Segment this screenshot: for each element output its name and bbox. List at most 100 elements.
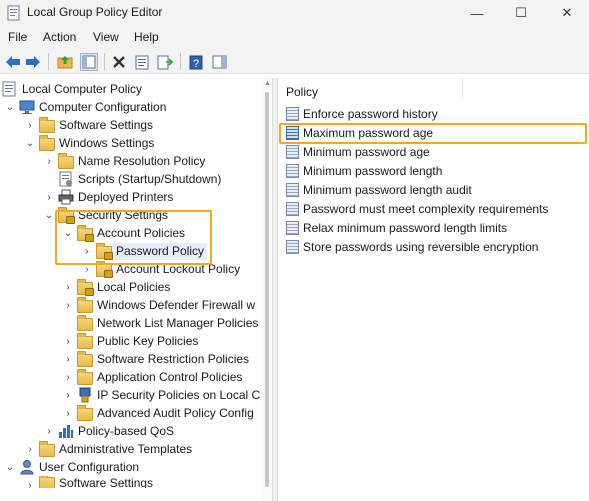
tree-item-windows-settings[interactable]: ⌄ Windows Settings [24,134,154,152]
chevron-right-icon[interactable]: › [62,404,74,422]
chevron-right-icon[interactable]: › [62,386,74,404]
policy-row-enforce-password-history[interactable]: Enforce password history [286,105,438,123]
close-button[interactable]: ✕ [545,0,589,26]
tree-item-label: Software Settings [59,118,154,132]
policy-row-password-complexity[interactable]: Password must meet complexity requiremen… [286,200,548,218]
tree-item-administrative-templates[interactable]: › Administrative Templates [24,440,192,458]
chevron-down-icon[interactable]: ⌄ [4,458,16,476]
policy-row-relax-minimum-password-length[interactable]: Relax minimum password length limits [286,219,507,237]
tree-item-scripts[interactable]: Scripts (Startup/Shutdown) [58,170,221,188]
tree-item-label: Software Restriction Policies [97,352,250,366]
column-header-separator[interactable] [462,79,463,97]
chevron-right-icon[interactable]: › [24,440,36,458]
policy-row-reversible-encryption[interactable]: Store passwords using reversible encrypt… [286,238,538,256]
menu-view[interactable]: View [93,30,119,44]
tree-item-application-control-policies[interactable]: › Application Control Policies [62,368,242,386]
tree-item-software-restriction-policies[interactable]: › Software Restriction Policies [62,350,249,368]
properties-icon[interactable] [133,53,151,71]
tree-item-user-configuration[interactable]: ⌄ User Configuration [4,458,139,476]
export-list-icon[interactable] [156,53,174,71]
toolbar: ? [0,48,589,74]
folder-icon [77,404,93,421]
chevron-right-icon[interactable]: › [24,116,36,134]
minimize-button[interactable]: — [455,0,499,26]
policy-setting-icon [286,240,299,254]
policy-row-minimum-password-length[interactable]: Minimum password length [286,162,442,180]
tree-item-ip-security-policies[interactable]: › IP Security Policies on Local C [62,386,260,404]
menu-bar: File Action View Help [0,26,589,48]
chevron-right-icon[interactable]: › [62,296,74,314]
folder-icon [39,116,55,133]
tree-item-label: User Configuration [39,460,140,474]
folder-icon [39,476,55,488]
chevron-right-icon[interactable]: › [43,188,55,206]
show-pane-icon[interactable] [210,53,228,71]
tree-item-label: IP Security Policies on Local C [97,388,261,402]
computer-icon [19,99,35,115]
scripts-icon [58,171,74,187]
group-policy-app-icon [6,5,22,21]
scroll-up-arrow-icon[interactable]: ▲ [264,80,271,87]
menu-help[interactable]: Help [134,30,159,44]
chevron-down-icon[interactable]: ⌄ [24,134,36,152]
tree-item-advanced-audit-policy[interactable]: › Advanced Audit Policy Config [62,404,254,422]
policy-setting-icon [286,145,299,159]
chevron-right-icon[interactable]: › [62,278,74,296]
tree-item-label: Application Control Policies [97,370,243,384]
window-title: Local Group Policy Editor [27,5,163,19]
tree-item-network-list-manager-policies[interactable]: Network List Manager Policies [62,314,258,332]
tree-item-label: Computer Configuration [39,100,167,114]
tree-item-name-resolution-policy[interactable]: › Name Resolution Policy [43,152,205,170]
delete-icon[interactable] [110,53,128,71]
tree-item-deployed-printers[interactable]: › Deployed Printers [43,188,173,206]
tree-item-windows-defender-firewall[interactable]: › Windows Defender Firewall w [62,296,255,314]
tree-item-policy-based-qos[interactable]: › Policy-based QoS [43,422,174,440]
chevron-right-icon[interactable]: › [43,152,55,170]
policy-setting-icon [286,107,299,121]
tree-item-label: Name Resolution Policy [78,154,206,168]
show-hide-tree-icon[interactable] [80,53,98,71]
policy-row-label: Minimum password age [303,145,430,159]
folder-icon [77,314,93,331]
chevron-down-icon[interactable]: ⌄ [43,206,55,224]
chevron-right-icon[interactable]: › [43,422,55,440]
policy-row-label: Relax minimum password length limits [303,221,508,235]
menu-action[interactable]: Action [43,30,76,44]
tree-item-software-settings[interactable]: › Software Settings [24,116,153,134]
tree-item-computer-configuration[interactable]: ⌄ Computer Configuration [4,98,166,116]
chevron-right-icon[interactable]: › [62,350,74,368]
chevron-right-icon[interactable]: › [62,332,74,350]
policy-row-label: Minimum password length [303,164,443,178]
policy-row-minimum-password-age[interactable]: Minimum password age [286,143,430,161]
forward-arrow-icon[interactable] [24,53,42,71]
chevron-down-icon[interactable]: ⌄ [4,98,16,116]
tree-item-label: Advanced Audit Policy Config [97,406,254,420]
column-header-policy[interactable]: Policy [286,85,318,99]
toolbar-separator [48,53,49,70]
folder-icon [39,134,55,151]
menu-file[interactable]: File [8,30,27,44]
tree-item-local-computer-policy[interactable]: Local Computer Policy [2,80,142,98]
policy-setting-icon [286,183,299,197]
chevron-right-icon[interactable]: › [62,368,74,386]
help-icon[interactable]: ? [187,53,205,71]
tree-item-label: Software Settings [59,476,154,488]
folder-icon [58,152,74,169]
tree-item-label: Network List Manager Policies [97,316,259,330]
chevron-right-icon[interactable]: › [24,476,36,489]
back-arrow-icon[interactable] [4,53,22,71]
policy-row-minimum-password-length-audit[interactable]: Minimum password length audit [286,181,472,199]
tree-item-label: Local Computer Policy [22,82,143,96]
tree-item-label: Deployed Printers [78,190,174,204]
scrollbar-thumb[interactable] [265,92,269,487]
tree-item-public-key-policies[interactable]: › Public Key Policies [62,332,198,350]
tree-item-local-policies[interactable]: › Local Policies [62,278,170,296]
tree-vertical-scrollbar[interactable]: ▲ [263,78,272,501]
bar-chart-icon [58,423,74,439]
maximize-button[interactable]: ☐ [499,0,543,26]
tree-item-label: Local Policies [97,280,171,294]
tree-item-user-software-settings[interactable]: › Software Settings [24,476,153,488]
up-folder-icon[interactable] [56,53,74,71]
policy-row-label: Minimum password length audit [303,183,472,197]
